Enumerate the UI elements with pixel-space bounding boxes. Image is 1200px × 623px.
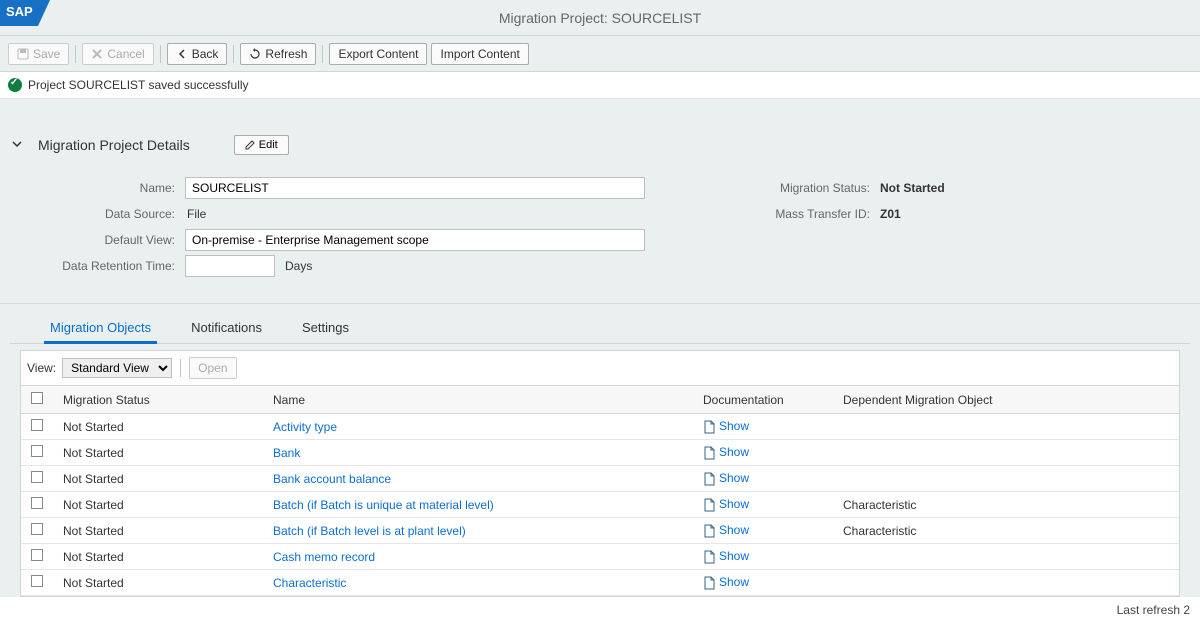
show-documentation-link[interactable]: Show [719, 497, 749, 511]
edit-button[interactable]: Edit [234, 135, 289, 155]
show-documentation-link[interactable]: Show [719, 419, 749, 433]
cell-dependent [833, 414, 1179, 440]
default-view-label: Default View: [10, 233, 185, 247]
tab-notifications[interactable]: Notifications [191, 314, 262, 343]
object-name-link[interactable]: Activity type [273, 420, 337, 434]
object-name-link[interactable]: Characteristic [273, 576, 346, 590]
object-name-link[interactable]: Bank account balance [273, 472, 391, 486]
status-bar: Project SOURCELIST saved successfully [0, 72, 1200, 99]
cell-status: Not Started [53, 414, 263, 440]
cell-status: Not Started [53, 518, 263, 544]
table-row: Not Started Batch (if Batch level is at p… [21, 518, 1179, 544]
table-row: Not Started Bank Show [21, 440, 1179, 466]
object-name-link[interactable]: Bank [273, 446, 300, 460]
row-checkbox[interactable] [31, 419, 43, 431]
import-content-button[interactable]: Import Content [431, 43, 528, 65]
document-icon [703, 576, 715, 590]
table-row: Not Started Bank account balance Show [21, 466, 1179, 492]
show-documentation-link[interactable]: Show [719, 549, 749, 563]
col-name: Name [263, 386, 693, 414]
sap-logo: SAP [0, 0, 50, 29]
cancel-button[interactable]: Cancel [82, 43, 153, 65]
page-title: Migration Project: SOURCELIST [499, 10, 701, 26]
save-icon [17, 48, 29, 60]
mass-transfer-id-label: Mass Transfer ID: [750, 207, 880, 221]
name-field[interactable] [185, 177, 645, 199]
cell-dependent [833, 544, 1179, 570]
row-checkbox[interactable] [31, 575, 43, 587]
data-source-value: File [185, 207, 206, 221]
table-row: Not Started Batch (if Batch is unique at … [21, 492, 1179, 518]
object-name-link[interactable]: Batch (if Batch is unique at material le… [273, 498, 494, 512]
tab-migration-objects[interactable]: Migration Objects [50, 314, 151, 343]
row-checkbox[interactable] [31, 445, 43, 457]
cell-dependent: Characteristic [833, 518, 1179, 544]
success-icon [8, 78, 22, 92]
cell-status: Not Started [53, 544, 263, 570]
col-migration-status: Migration Status [53, 386, 263, 414]
cell-status: Not Started [53, 440, 263, 466]
back-button[interactable]: Back [167, 43, 228, 65]
row-checkbox[interactable] [31, 471, 43, 483]
object-name-link[interactable]: Batch (if Batch level is at plant level) [273, 524, 466, 538]
document-icon [703, 446, 715, 460]
table-row: Not Started Characteristic Show [21, 570, 1179, 596]
collapse-toggle[interactable] [10, 137, 24, 154]
object-name-link[interactable]: Cash memo record [273, 550, 375, 564]
show-documentation-link[interactable]: Show [719, 523, 749, 537]
col-dependent: Dependent Migration Object [833, 386, 1179, 414]
checkbox-all[interactable] [31, 392, 43, 404]
show-documentation-link[interactable]: Show [719, 575, 749, 589]
export-content-button[interactable]: Export Content [329, 43, 427, 65]
cell-status: Not Started [53, 570, 263, 596]
view-label: View: [27, 361, 56, 375]
document-icon [703, 550, 715, 564]
document-icon [703, 524, 715, 538]
data-source-label: Data Source: [10, 207, 185, 221]
migration-objects-table: Migration Status Name Documentation Depe… [21, 385, 1179, 596]
svg-text:SAP: SAP [6, 4, 33, 19]
document-icon [703, 472, 715, 486]
default-view-field[interactable] [185, 229, 645, 251]
refresh-button[interactable]: Refresh [240, 43, 316, 65]
migration-status-label: Migration Status: [750, 181, 880, 195]
refresh-icon [249, 48, 261, 60]
cell-status: Not Started [53, 466, 263, 492]
row-checkbox[interactable] [31, 523, 43, 535]
cell-dependent [833, 440, 1179, 466]
retention-label: Data Retention Time: [10, 259, 185, 273]
section-title: Migration Project Details [38, 137, 190, 153]
cell-dependent [833, 466, 1179, 492]
mass-transfer-id-value: Z01 [880, 207, 901, 221]
table-row: Not Started Cash memo record Show [21, 544, 1179, 570]
cell-dependent [833, 570, 1179, 596]
show-documentation-link[interactable]: Show [719, 445, 749, 459]
document-icon [703, 498, 715, 512]
save-button[interactable]: Save [8, 43, 69, 65]
col-checkbox [21, 386, 53, 414]
tab-settings[interactable]: Settings [302, 314, 349, 343]
footer-refresh: Last refresh 2 [0, 597, 1200, 623]
row-checkbox[interactable] [31, 497, 43, 509]
retention-field[interactable] [185, 255, 275, 277]
cell-status: Not Started [53, 492, 263, 518]
row-checkbox[interactable] [31, 549, 43, 561]
days-label: Days [283, 259, 312, 273]
table-row: Not Started Activity type Show [21, 414, 1179, 440]
open-button[interactable]: Open [189, 357, 236, 379]
main-toolbar: Save Cancel Back Refresh Export Content … [0, 36, 1200, 72]
chevron-left-icon [176, 48, 188, 60]
document-icon [703, 420, 715, 434]
cell-dependent: Characteristic [833, 492, 1179, 518]
col-documentation: Documentation [693, 386, 833, 414]
status-message: Project SOURCELIST saved successfully [28, 78, 249, 92]
cancel-icon [91, 48, 103, 60]
show-documentation-link[interactable]: Show [719, 471, 749, 485]
migration-status-value: Not Started [880, 181, 945, 195]
pencil-icon [245, 140, 255, 150]
name-label: Name: [10, 181, 185, 195]
view-select[interactable]: Standard View [62, 358, 172, 378]
